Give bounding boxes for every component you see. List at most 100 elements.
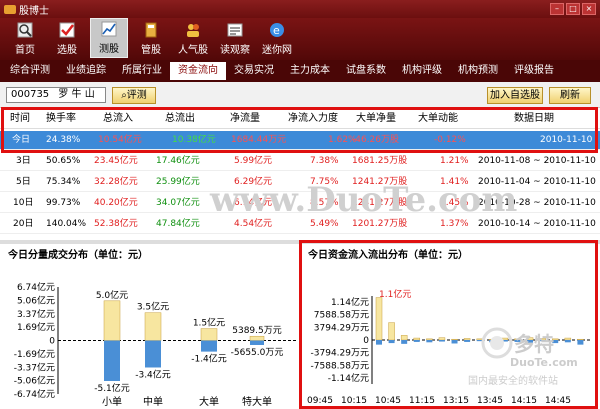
- outflow-bar: [464, 340, 471, 342]
- inflow-bar: [413, 337, 421, 341]
- app-logo-icon: [4, 4, 16, 14]
- toolbar-home-button[interactable]: 首页: [6, 18, 44, 58]
- eye-icon: [227, 23, 243, 37]
- book-icon: [145, 22, 157, 38]
- y-tick-label: 3794.29万元: [314, 323, 369, 333]
- x-tick-label: 10:15: [341, 396, 367, 406]
- y-tick-label: 0: [363, 336, 369, 346]
- toolbar-observe-button[interactable]: 读观察: [216, 18, 254, 58]
- maximize-icon[interactable]: □: [566, 3, 580, 15]
- evaluate-button[interactable]: ⌕评测: [112, 87, 156, 104]
- tab-overview[interactable]: 综合评测: [2, 62, 58, 80]
- inflow-bar: [463, 338, 471, 341]
- duote-logo: 多特 DuoTe.com 国内最安全的软件站: [468, 326, 596, 388]
- browser-icon: e: [270, 23, 284, 37]
- tab-industry[interactable]: 所属行业: [114, 62, 170, 80]
- minimize-icon[interactable]: –: [550, 3, 564, 15]
- chart-icon: [101, 21, 117, 37]
- x-tick-label: 14:45: [545, 396, 571, 406]
- watermark-text: www.DuoTe.com: [210, 180, 518, 220]
- x-tick-label: 小单: [102, 396, 122, 408]
- x-tick-label: 特大单: [242, 395, 272, 408]
- outflow-bar: [451, 340, 458, 344]
- tab-institution-rating[interactable]: 机构评级: [394, 62, 450, 80]
- toolbar-select-button[interactable]: 选股: [48, 18, 86, 58]
- toolbar-label: 首页: [15, 45, 35, 56]
- outflow-bar: [145, 340, 161, 368]
- function-tabs: 综合评测 业绩追踪 所属行业 资金流向 交易实况 主力成本 试盘系数 机构评级 …: [0, 60, 600, 82]
- toolbar-label: 选股: [57, 45, 77, 56]
- left-panel-title: 今日分量成交分布（单位：元）: [8, 250, 148, 261]
- y-tick-label: -3.37亿元: [14, 361, 55, 373]
- toolbar-label: 测股: [99, 44, 119, 55]
- inflow-bar: [144, 312, 162, 341]
- inflow-bar: [249, 335, 265, 341]
- stock-name: 罗 牛 山: [58, 89, 95, 100]
- toolbar-label: 读观察: [220, 45, 250, 56]
- data-label: 1.5亿元: [193, 317, 225, 329]
- outflow-bar: [401, 340, 408, 344]
- x-tick-label: 09:45: [307, 396, 333, 406]
- data-label: -1.4亿元: [191, 353, 227, 365]
- add-watchlist-button[interactable]: 加入自选股: [487, 87, 543, 104]
- tab-trial-coefficient[interactable]: 试盘系数: [338, 62, 394, 80]
- y-tick-label: -7588.58万元: [311, 361, 369, 371]
- toolbar-test-button[interactable]: 测股: [90, 18, 128, 58]
- duote-slogan-text: 国内最安全的软件站: [468, 376, 558, 387]
- y-tick-label: -5.06亿元: [14, 375, 55, 387]
- stock-code-input[interactable]: 000735 罗 牛 山: [6, 87, 106, 103]
- toolbar-label: 管股: [141, 45, 161, 56]
- y-tick-label: 0: [49, 337, 55, 347]
- peak-label: 1.1亿元: [379, 288, 411, 300]
- toolbar-mini-web-button[interactable]: e 迷你网: [258, 18, 296, 58]
- inflow-bar: [451, 338, 458, 341]
- data-label: 3.5亿元: [137, 301, 169, 313]
- toolbar-label: 迷你网: [262, 45, 292, 56]
- y-tick-label: -6.74亿元: [14, 388, 55, 400]
- outflow-bar: [250, 340, 264, 345]
- toolbar-manage-button[interactable]: 管股: [132, 18, 170, 58]
- tab-rating-report[interactable]: 评级报告: [506, 62, 562, 80]
- y-tick-label: 1.14亿元: [331, 296, 369, 308]
- y-tick-label: -1.14亿元: [328, 372, 369, 384]
- inflow-bar: [103, 300, 121, 341]
- outflow-bar: [388, 340, 395, 344]
- data-label: -5655.0万元: [231, 348, 284, 358]
- volume-distribution-chart: 6.74亿元5.06亿元 3.37亿元1.69亿元 0-1.69亿元-3.37亿元 -…: [14, 281, 296, 408]
- tab-institution-forecast[interactable]: 机构预测: [450, 62, 506, 80]
- home-icon: [17, 22, 33, 38]
- tab-main-cost[interactable]: 主力成本: [282, 62, 338, 80]
- data-label: -5.1亿元: [94, 382, 130, 394]
- inflow-bar: [388, 322, 395, 341]
- inflow-bar: [375, 297, 383, 341]
- inflow-bar: [438, 337, 446, 341]
- x-tick-label: 大单: [199, 395, 219, 408]
- inflow-bar: [200, 328, 218, 341]
- table-row[interactable]: 3日 50.65% 23.45亿元 17.46亿元 5.99亿元 7.38% 1…: [0, 152, 600, 171]
- data-label: -3.4亿元: [135, 368, 171, 380]
- x-tick-label: 13:45: [477, 396, 503, 406]
- refresh-button[interactable]: 刷新: [549, 87, 591, 104]
- highlight-box: [1, 107, 598, 153]
- x-tick-label: 14:15: [511, 396, 537, 406]
- toolbar-popular-button[interactable]: 人气股: [174, 18, 212, 58]
- y-tick-label: 3.37亿元: [17, 308, 55, 320]
- tab-fund-flow[interactable]: 资金流向: [170, 62, 226, 80]
- inflow-bar: [426, 338, 433, 341]
- data-label: 5.0亿元: [96, 289, 128, 301]
- title-bar: 股博士 – □ ×: [0, 0, 600, 18]
- data-label: 5389.5万元: [232, 326, 282, 336]
- tab-trading[interactable]: 交易实况: [226, 62, 282, 80]
- close-icon[interactable]: ×: [582, 3, 596, 15]
- y-tick-label: -3794.29万元: [311, 349, 369, 359]
- tab-performance[interactable]: 业绩追踪: [58, 62, 114, 80]
- x-tick-label: 13:15: [443, 396, 469, 406]
- checklist-icon: [59, 22, 75, 38]
- people-icon: [187, 24, 199, 37]
- y-tick-label: 5.06亿元: [17, 294, 55, 306]
- main-toolbar: 首页 选股 测股 管股 人气股 读观察 e 迷你网: [0, 18, 600, 60]
- y-tick-label: 7588.58万元: [314, 311, 369, 321]
- outflow-bar: [426, 340, 433, 343]
- stock-code: 000735: [11, 89, 50, 100]
- duote-site-text: DuoTe.com: [510, 356, 578, 369]
